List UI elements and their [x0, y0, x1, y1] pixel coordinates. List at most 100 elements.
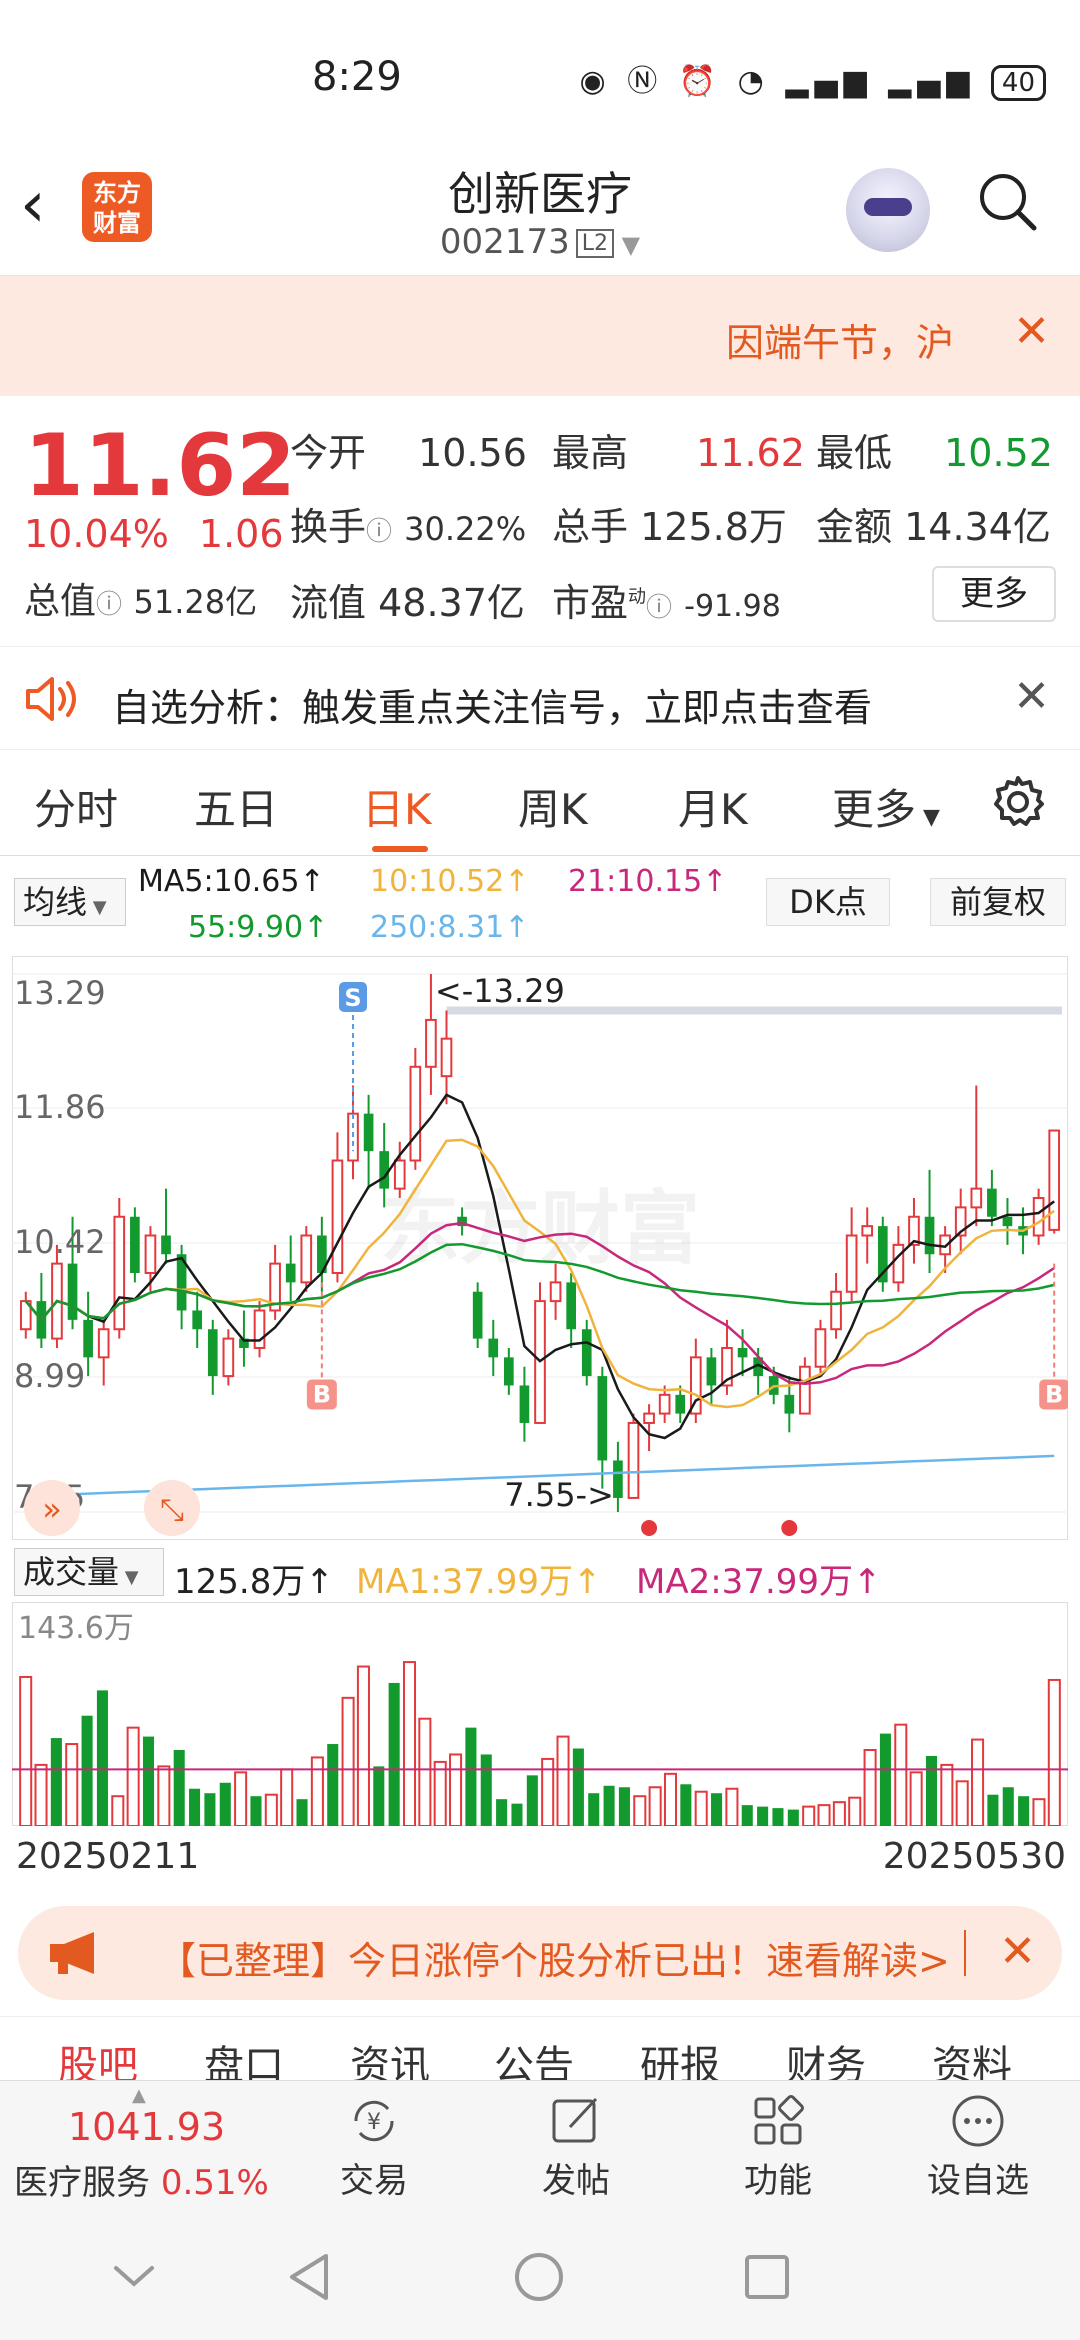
holiday-notice-banner[interactable]: 因端午节，沪 ✕: [0, 276, 1080, 396]
volume-bar-up: [725, 1787, 739, 1826]
eye-icon: ◉: [579, 64, 612, 99]
tab-weekly-k[interactable]: 周K: [518, 776, 588, 837]
volume-bar-down: [511, 1803, 523, 1826]
tab-research[interactable]: 研报: [640, 2033, 720, 2080]
volume-bar-up: [848, 1796, 862, 1826]
chart-period-tabs: 分时 五日 日K 周K 月K 更多 ▼: [0, 750, 1080, 856]
more-button[interactable]: 更多: [932, 566, 1056, 622]
caret-down-icon: ▼: [119, 1567, 139, 1588]
candle-body-down: [519, 1385, 530, 1423]
candle-body-up: [892, 1243, 905, 1284]
candle-body-up: [1032, 1197, 1045, 1237]
tab-announcement[interactable]: 公告: [494, 2033, 574, 2080]
add-watchlist-button[interactable]: 设自选: [918, 2091, 1038, 2202]
sector-name-text: 医疗服务: [14, 2163, 150, 2203]
volume-bar-up: [694, 1790, 708, 1826]
tab-more[interactable]: 更多 ▼: [832, 776, 940, 837]
sector-index-value[interactable]: 1041.93: [68, 2105, 225, 2149]
volume-bar-up: [19, 1675, 33, 1826]
stock-code-text: 002173: [439, 222, 570, 262]
info-icon[interactable]: ⓘ: [646, 593, 672, 623]
volume-bar-down: [327, 1744, 339, 1826]
tab-handicap[interactable]: 盘口: [204, 2033, 284, 2080]
y-tick-label: 8.99: [14, 1357, 85, 1395]
volume-bar-down: [879, 1733, 891, 1826]
ma-selector-label: 均线: [23, 883, 88, 921]
volume-bar-down: [787, 1809, 799, 1826]
candle-body-down: [675, 1394, 686, 1414]
buy-signal-letter: B: [1045, 1380, 1063, 1408]
high-label: 最高: [552, 431, 629, 475]
candle-body-up: [113, 1215, 126, 1331]
min-price-label: 7.55->: [504, 1476, 614, 1514]
search-icon[interactable]: [976, 170, 1038, 232]
chevron-down-icon[interactable]: [110, 2262, 158, 2292]
volume-bar-up: [1032, 1798, 1046, 1826]
volume-bar-down: [680, 1784, 692, 1826]
candle-body-up: [222, 1337, 235, 1378]
close-icon[interactable]: ✕: [1013, 306, 1050, 357]
info-icon[interactable]: ⓘ: [96, 590, 122, 620]
close-icon[interactable]: ✕: [999, 1926, 1036, 1977]
tab-monthly-k[interactable]: 月K: [678, 776, 748, 837]
back-nav-icon[interactable]: [284, 2250, 334, 2304]
candle-body-down: [488, 1338, 499, 1358]
candlestick-chart[interactable]: 东方财富13.2911.8610.428.997.55<-13.297.55->…: [12, 956, 1068, 1540]
nfc-icon: Ⓝ: [627, 64, 664, 99]
volume-bar-down: [588, 1793, 600, 1826]
trade-button[interactable]: ¥ 交易: [314, 2091, 434, 2202]
float-value-number: 48.37亿: [378, 581, 525, 625]
high-value: 11.62: [696, 431, 805, 475]
tab-profile[interactable]: 资料: [932, 2033, 1012, 2080]
candle-body-up: [144, 1234, 157, 1274]
candle-body-up: [549, 1281, 562, 1303]
post-button[interactable]: 发帖: [516, 2091, 636, 2202]
volume-bar-down: [526, 1775, 538, 1826]
tab-five-day[interactable]: 五日: [194, 776, 278, 837]
tab-daily-k[interactable]: 日K: [362, 776, 432, 837]
volume-bar-up: [940, 1763, 954, 1826]
recents-nav-icon[interactable]: [742, 2252, 792, 2302]
candle-body-down: [1002, 1216, 1013, 1227]
info-icon[interactable]: ⓘ: [366, 517, 392, 547]
candle-body-down: [207, 1329, 218, 1377]
notice-text: 因端午节，沪: [725, 321, 954, 365]
assistant-robot-icon[interactable]: [846, 168, 930, 252]
volume-bar-down: [741, 1805, 753, 1826]
gear-icon[interactable]: [990, 774, 1046, 830]
limit-up-analysis-banner[interactable]: 【已整理】今日涨停个股分析已出！速看解读> ✕: [18, 1906, 1062, 2000]
home-nav-icon[interactable]: [512, 2250, 566, 2304]
candle-body-down: [784, 1394, 795, 1414]
dk-point-button[interactable]: DK点: [766, 878, 890, 926]
candle-body-up: [409, 1065, 422, 1162]
tab-intraday[interactable]: 分时: [34, 776, 118, 837]
pe-value: -91.98: [684, 589, 781, 624]
trade-icon: ¥: [354, 2100, 394, 2142]
date-range: 20250211 20250530: [0, 1836, 1080, 1886]
candle-body-up: [970, 1187, 983, 1209]
price-adjust-button[interactable]: 前复权: [930, 878, 1066, 926]
float-label: 流值: [290, 581, 367, 625]
status-bar: 8:29 ◉ Ⓝ ⏰ ◔ ▂▄▆ ▂▄▆ 40: [0, 0, 1080, 150]
close-icon[interactable]: ✕: [1013, 671, 1050, 722]
volume-ma2: MA2:37.99万↑: [636, 1562, 882, 1602]
volume-bar-up: [310, 1756, 324, 1826]
grid-icon: [754, 2095, 804, 2145]
candle-body-down: [67, 1263, 78, 1320]
volume-bar-down: [1002, 1787, 1014, 1826]
volume-chart[interactable]: 143.6万: [12, 1602, 1068, 1826]
functions-button[interactable]: 功能: [718, 2091, 838, 2202]
ma-selector[interactable]: 均线 ▼: [14, 878, 126, 926]
tab-news[interactable]: 资讯: [350, 2033, 430, 2080]
volume-bar-up: [802, 1805, 816, 1826]
sector-index-name[interactable]: 医疗服务 0.51%: [14, 2155, 269, 2204]
candle-body-down: [379, 1151, 390, 1189]
volume-bar-up: [280, 1768, 294, 1826]
tab-finance[interactable]: 财务: [786, 2033, 866, 2080]
promo-text: 【已整理】今日涨停个股分析已出！速看解读>: [158, 1939, 950, 1983]
analysis-banner[interactable]: 自选分析：触发重点关注信号，立即点击查看 ✕: [0, 646, 1080, 750]
volume-indicator-selector[interactable]: 成交量 ▼: [14, 1548, 164, 1596]
volume-bar-up: [34, 1763, 48, 1826]
tab-guba[interactable]: 股吧: [58, 2033, 138, 2080]
max-price-label: <-13.29: [435, 972, 565, 1010]
